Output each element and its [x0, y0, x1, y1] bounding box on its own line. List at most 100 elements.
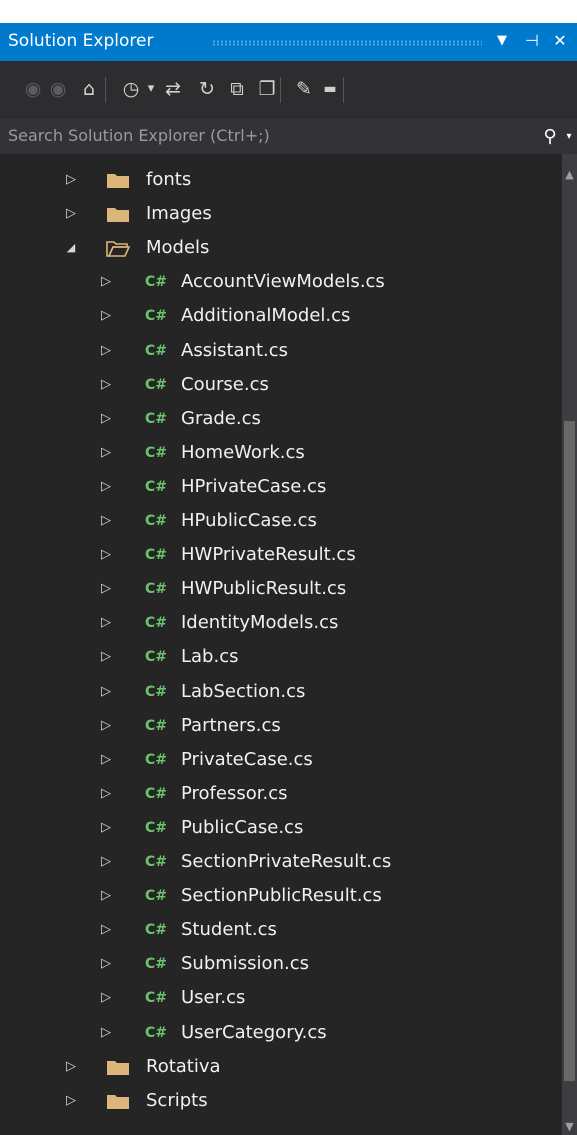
home-icon[interactable]: ⌂ [76, 74, 102, 104]
search-box[interactable]: Search Solution Explorer (Ctrl+;) ⚲ ▾ [0, 119, 577, 154]
collapsed-arrow-icon[interactable]: ▷ [99, 709, 113, 743]
title-bar[interactable]: Solution Explorer ▼ ⊣ ✕ [0, 23, 577, 61]
tree-file-row[interactable]: ▷ C# Student.cs [0, 913, 562, 947]
collapsed-arrow-icon[interactable]: ▷ [99, 879, 113, 913]
auto-hide-pin-icon[interactable]: ⊣ [520, 28, 544, 54]
tree-file-row[interactable]: ▷ C# HPublicCase.cs [0, 504, 562, 538]
search-icon[interactable]: ⚲ [537, 124, 563, 150]
csharp-file-icon: C# [145, 854, 168, 870]
collapsed-arrow-icon[interactable]: ▷ [99, 470, 113, 504]
search-options-dropdown-icon[interactable]: ▾ [563, 124, 575, 150]
tree-file-row[interactable]: ▷ C# PrivateCase.cs [0, 743, 562, 777]
collapsed-arrow-icon[interactable]: ▷ [99, 265, 113, 299]
tree-item-label: Professor.cs [181, 782, 288, 804]
collapsed-arrow-icon[interactable]: ▷ [99, 913, 113, 947]
tree-folder-row[interactable]: ◢ Models [0, 231, 562, 265]
collapsed-arrow-icon[interactable]: ▷ [99, 299, 113, 333]
tree-folder-row[interactable]: ▷ Scripts [0, 1084, 562, 1118]
tree-file-row[interactable]: ▷ C# IdentityModels.cs [0, 606, 562, 640]
collapsed-arrow-icon[interactable]: ▷ [99, 777, 113, 811]
scroll-up-arrow-icon[interactable]: ▲ [562, 168, 577, 182]
collapsed-arrow-icon[interactable]: ▷ [99, 811, 113, 845]
folder-icon [107, 1094, 129, 1109]
collapsed-arrow-icon[interactable]: ▷ [99, 334, 113, 368]
collapse-all-icon[interactable]: ⧉ [224, 74, 250, 104]
tree-item-label: PrivateCase.cs [181, 748, 313, 770]
tree-file-row[interactable]: ▷ C# Grade.cs [0, 402, 562, 436]
collapsed-arrow-icon[interactable]: ▷ [99, 845, 113, 879]
tree-file-row[interactable]: ▷ C# SectionPrivateResult.cs [0, 845, 562, 879]
csharp-file-icon: C# [145, 547, 168, 564]
drag-grip[interactable] [212, 40, 482, 46]
tree-item-label: SectionPublicResult.cs [181, 885, 382, 907]
tree-file-row[interactable]: ▷ C# LabSection.cs [0, 675, 562, 709]
filter-dropdown-icon[interactable]: ▾ [145, 74, 157, 104]
collapsed-arrow-icon[interactable]: ▷ [99, 640, 113, 674]
collapsed-arrow-icon[interactable]: ▷ [99, 675, 113, 709]
tree-file-row[interactable]: ▷ C# AdditionalModel.cs [0, 299, 562, 333]
collapsed-arrow-icon[interactable]: ▷ [99, 572, 113, 606]
search-input[interactable]: Search Solution Explorer (Ctrl+;) [8, 125, 270, 147]
tree-file-row[interactable]: ▷ C# Professor.cs [0, 777, 562, 811]
scroll-down-arrow-icon[interactable]: ▼ [562, 1120, 577, 1134]
window-position-dropdown-icon[interactable]: ▼ [491, 28, 513, 54]
tree-file-row[interactable]: ▷ C# SectionPublicResult.cs [0, 879, 562, 913]
csharp-file-icon: C# [145, 342, 168, 359]
collapsed-arrow-icon[interactable]: ▷ [64, 1050, 78, 1084]
collapsed-arrow-icon[interactable]: ▷ [64, 197, 78, 231]
sync-with-active-document-icon[interactable]: ⇄ [160, 74, 186, 104]
collapsed-arrow-icon[interactable]: ▷ [64, 163, 78, 197]
collapsed-arrow-icon[interactable]: ▷ [99, 981, 113, 1015]
tree-item-label: HPublicCase.cs [181, 510, 317, 531]
tree-folder-row[interactable]: ▷ Rotativa [0, 1050, 562, 1084]
refresh-icon[interactable]: ↻ [194, 74, 220, 104]
collapsed-arrow-icon[interactable]: ▷ [99, 402, 113, 436]
tree-item-label: PublicCase.cs [181, 816, 304, 838]
tree-file-row[interactable]: ▷ C# Submission.cs [0, 947, 562, 981]
csharp-file-icon: C# [145, 581, 168, 598]
scrollbar-thumb[interactable] [564, 421, 575, 1082]
expanded-arrow-icon[interactable]: ◢ [64, 231, 78, 265]
tree-file-row[interactable]: ▷ C# HPrivateCase.cs [0, 470, 562, 504]
collapsed-arrow-icon[interactable]: ▷ [99, 606, 113, 640]
tree-item-label: Scripts [146, 1089, 208, 1111]
tree-item-label: SectionPrivateResult.cs [181, 851, 392, 872]
tree-item-label: Images [146, 203, 212, 225]
tree-file-row[interactable]: ▷ C# Partners.cs [0, 709, 562, 743]
collapsed-arrow-icon[interactable]: ▷ [99, 1016, 113, 1050]
tree-item-label: HWPublicResult.cs [181, 578, 347, 600]
tree-item-label: LabSection.cs [181, 680, 306, 702]
tree-item-label: HPrivateCase.cs [181, 475, 327, 497]
tree-file-row[interactable]: ▷ C# Course.cs [0, 368, 562, 402]
properties-wrench-icon[interactable]: ✎ [291, 74, 317, 104]
show-all-files-icon[interactable]: ❐ [254, 74, 280, 104]
tree-file-row[interactable]: ▷ C# Lab.cs [0, 640, 562, 674]
collapsed-arrow-icon[interactable]: ▷ [99, 436, 113, 470]
close-icon[interactable]: ✕ [548, 28, 572, 54]
tree-file-row[interactable]: ▷ C# PublicCase.cs [0, 811, 562, 845]
collapsed-arrow-icon[interactable]: ▷ [99, 504, 113, 538]
tree-item-label: Student.cs [181, 919, 277, 941]
collapsed-arrow-icon[interactable]: ▷ [99, 743, 113, 777]
collapsed-arrow-icon[interactable]: ▷ [99, 947, 113, 981]
collapsed-arrow-icon[interactable]: ▷ [99, 368, 113, 402]
preview-selected-items-icon[interactable]: ▬ [317, 74, 343, 104]
tree-folder-row[interactable]: ▷ fonts [0, 163, 562, 197]
collapsed-arrow-icon[interactable]: ▷ [99, 538, 113, 572]
tree-file-row[interactable]: ▷ C# HWPrivateResult.cs [0, 538, 562, 572]
forward-icon[interactable]: ◉ [47, 74, 69, 104]
back-icon[interactable]: ◉ [22, 74, 44, 104]
tree-file-row[interactable]: ▷ C# HWPublicResult.cs [0, 572, 562, 606]
top-margin [0, 0, 577, 23]
tree-item-label: fonts [146, 169, 192, 190]
tree-file-row[interactable]: ▷ C# UserCategory.cs [0, 1016, 562, 1050]
tree-file-row[interactable]: ▷ C# HomeWork.cs [0, 436, 562, 470]
csharp-file-icon: C# [145, 649, 168, 666]
tree-file-row[interactable]: ▷ C# User.cs [0, 981, 562, 1015]
tree-file-row[interactable]: ▷ C# Assistant.cs [0, 334, 562, 368]
tree-folder-row[interactable]: ▷ Images [0, 197, 562, 231]
pending-changes-filter-icon[interactable]: ◷ [118, 74, 144, 104]
vertical-scrollbar[interactable]: ▲ ▼ [562, 154, 577, 1135]
tree-file-row[interactable]: ▷ C# AccountViewModels.cs [0, 265, 562, 299]
collapsed-arrow-icon[interactable]: ▷ [64, 1084, 78, 1118]
